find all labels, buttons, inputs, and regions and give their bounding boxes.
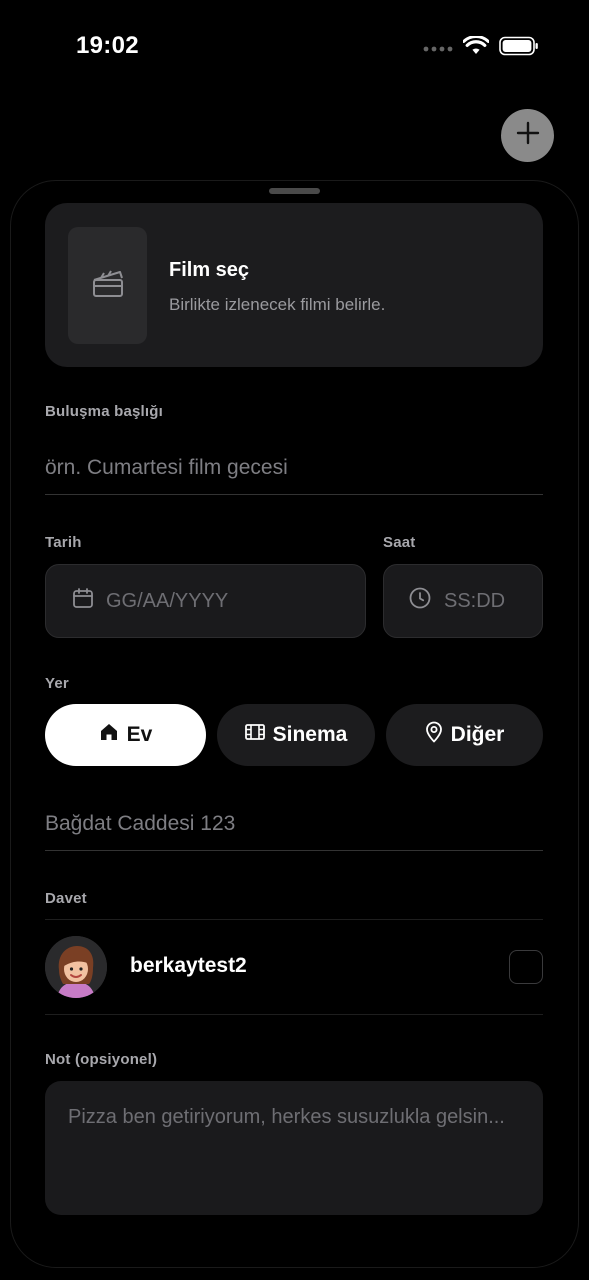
invite-username: berkaytest2 xyxy=(130,954,247,977)
invite-checkbox[interactable] xyxy=(509,950,543,984)
date-label: Tarih xyxy=(45,534,82,551)
location-option-label: Diğer xyxy=(450,723,505,746)
clock-icon xyxy=(408,586,432,616)
film-icon xyxy=(244,723,265,747)
status-icons xyxy=(423,35,539,61)
title-label: Buluşma başlığı xyxy=(45,403,164,420)
status-time: 19:02 xyxy=(76,32,139,59)
location-option-label: Ev xyxy=(126,723,153,746)
sheet-grabber[interactable] xyxy=(269,188,320,194)
address-input[interactable]: Bağdat Caddesi 123 xyxy=(45,798,543,851)
plus-icon xyxy=(516,121,540,150)
signal-icon xyxy=(423,40,453,58)
invite-label: Davet xyxy=(45,890,87,907)
battery-icon xyxy=(499,36,539,61)
film-card-subtitle: Birlikte izlenecek filmi belirle. xyxy=(169,295,386,314)
title-placeholder: örn. Cumartesi film gecesi xyxy=(45,456,288,479)
divider xyxy=(45,1014,543,1015)
date-placeholder: GG/AA/YYYY xyxy=(106,589,229,612)
film-thumbnail xyxy=(68,227,147,344)
add-button[interactable] xyxy=(501,109,554,162)
wifi-icon xyxy=(462,35,490,61)
location-option-home[interactable]: Ev xyxy=(45,704,206,766)
map-pin-icon xyxy=(425,721,443,749)
film-card-title: Film seç xyxy=(169,259,250,281)
location-option-other[interactable]: Diğer xyxy=(386,704,543,766)
divider xyxy=(45,919,543,920)
note-textarea[interactable]: Pizza ben getiriyorum, herkes susuzlukla… xyxy=(45,1081,543,1215)
location-label: Yer xyxy=(45,675,69,692)
time-label: Saat xyxy=(383,534,416,551)
time-input[interactable]: SS:DD xyxy=(383,564,543,638)
note-label: Not (opsiyonel) xyxy=(45,1051,158,1068)
film-select-card[interactable]: Film seç Birlikte izlenecek filmi belirl… xyxy=(45,203,543,367)
note-placeholder: Pizza ben getiriyorum, herkes susuzlukla… xyxy=(68,1106,505,1128)
address-placeholder: Bağdat Caddesi 123 xyxy=(45,812,236,835)
calendar-icon xyxy=(72,587,94,615)
time-placeholder: SS:DD xyxy=(444,589,506,612)
avatar xyxy=(45,936,107,998)
location-option-cinema[interactable]: Sinema xyxy=(217,704,375,766)
location-option-label: Sinema xyxy=(272,723,348,746)
clapperboard-icon xyxy=(92,268,124,303)
home-icon xyxy=(99,722,119,748)
title-input[interactable]: örn. Cumartesi film gecesi xyxy=(45,442,543,495)
date-input[interactable]: GG/AA/YYYY xyxy=(45,564,366,638)
